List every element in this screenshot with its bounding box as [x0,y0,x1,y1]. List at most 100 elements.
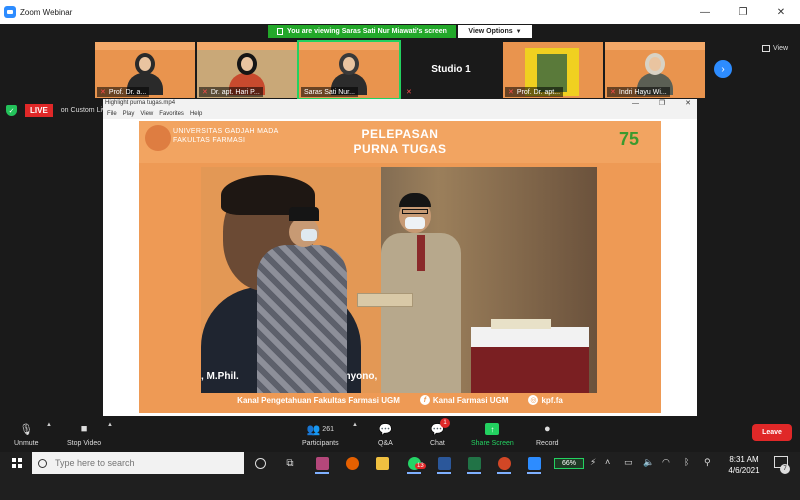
instagram-icon: ◎ [528,395,539,405]
windows-taskbar: ⧉ 13 66% ⚡ ˄ ▭ 🔈 ◠ ᛒ ⚲ 8:31 AM 4/6/2021 … [0,452,800,500]
chevron-down-icon: ▼ [515,28,522,35]
participant-tile-active-speaker[interactable]: Saras Sati Nur... [297,40,401,100]
stop-video-button[interactable]: ■ Stop Video [67,420,101,447]
player-window-controls: — ❐ ✕ [614,99,691,107]
battery-indicator[interactable]: 66% [554,458,584,469]
participants-icon: 👥 261 [306,423,334,436]
menu-view[interactable]: View [140,111,153,117]
anniversary-logo: 75 [619,129,640,149]
table [471,319,589,393]
clock-time: 8:31 AM [729,455,759,464]
participant-name: ✕ Indri Hayu Wi... [607,87,670,97]
tile-banner [95,42,195,50]
player-title-bar: Highlight purna tugas.mp4 — ❐ ✕ [103,99,697,109]
view-options-button[interactable]: View Options ▼ [458,25,532,38]
word-icon [437,456,451,470]
channel-name: Kanal Pengetahuan Fakultas Farmasi UGM [237,395,400,405]
share-screen-button[interactable]: ↑ Share Screen [471,420,514,447]
task-view-button[interactable]: ⧉ [280,454,300,472]
event-title: PELEPASAN PURNA TUGAS [353,127,447,156]
audio-options-chevron-icon[interactable]: ▲ [46,422,52,428]
title-bar: Zoom Webinar — ❐ ✕ [0,0,800,24]
firefox-icon [345,456,359,470]
participant-name: Studio 1 [431,64,471,75]
muted-mic-icon: ✕ [100,89,106,96]
player-title: Highlight purna tugas.mp4 [105,100,176,106]
taskbar-app-zoom[interactable] [524,454,544,474]
start-button[interactable] [6,452,28,474]
taskbar-app-pdf[interactable] [312,454,332,474]
tile-banner [299,42,399,50]
menu-file[interactable]: File [107,111,117,117]
menu-play[interactable]: Play [123,111,135,117]
menu-help[interactable]: Help [190,111,202,117]
qa-button[interactable]: 💬 Q&A [378,420,393,448]
excel-icon [467,456,481,470]
participant-tile[interactable]: ✕ Dr. apt. Hari P... [197,42,297,98]
taskbar-app-powerpoint[interactable] [494,454,514,474]
facebook-link: f Kanal Farmasi UGM [419,395,508,405]
minimize-icon[interactable]: — [686,0,724,24]
participant-tile[interactable]: ✕ Prof. Dr. apt... [503,42,603,98]
network-icon[interactable]: ⚲ [704,457,711,468]
keyboard-icon[interactable]: ▭ [624,457,633,468]
player-restore-icon[interactable]: ❐ [659,100,665,107]
pdf-app-icon [315,456,329,470]
close-icon[interactable]: ✕ [762,0,800,24]
view-options-label: View Options [468,28,513,35]
qa-icon: 💬 [378,423,393,436]
tile-banner [605,42,705,50]
taskbar-app-excel[interactable] [464,454,484,474]
taskbar-app-file-explorer[interactable] [372,454,392,472]
participant-video [227,51,267,95]
share-indicator-icon [277,28,284,35]
participants-count: 261 [322,425,334,433]
windows-logo-icon [12,458,22,468]
zoom-app-icon [4,6,16,18]
participants-options-chevron-icon[interactable]: ▲ [352,422,358,428]
player-minimize-icon[interactable]: — [632,100,639,107]
player-menu-bar: File Play View Favorites Help [103,109,697,119]
volume-icon[interactable]: 🔈 [643,457,654,468]
shield-icon[interactable]: ✓ [6,105,17,116]
gift-box [357,293,413,307]
participant-video [635,51,675,95]
participant-tile[interactable]: Studio 1 ✕ [401,42,501,98]
chat-button[interactable]: 💬 1 Chat [430,418,450,447]
muted-mic-icon: ✕ [406,89,412,96]
ugm-logo [145,125,171,151]
restore-icon[interactable]: ❐ [724,0,762,24]
cortana-icon [254,457,266,469]
window-title: Zoom Webinar [20,7,73,17]
muted-mic-icon: ✕ [202,89,208,96]
menu-favorites[interactable]: Favorites [159,111,184,117]
participants-button[interactable]: 👥 261 Participants [302,420,339,448]
taskbar-app-word[interactable] [434,454,454,474]
taskbar-app-firefox[interactable] [342,454,362,472]
viewing-text: You are viewing Saras Sati Nur Miawati's… [287,28,447,35]
show-hidden-icons-chevron-icon[interactable]: ˄ [605,457,610,467]
instagram-link: ◎ kpf.fa [528,395,563,405]
unmute-button[interactable]: 🎙 Unmute [14,420,39,448]
participant-tile[interactable]: ✕ Prof. Dr. a... [95,42,195,98]
search-input[interactable] [55,458,235,468]
taskbar-app-whatsapp[interactable]: 13 [404,454,426,474]
view-button[interactable]: View [762,45,788,52]
share-screen-icon: ↑ [485,423,500,435]
next-page-arrow-icon[interactable]: › [714,60,732,78]
video-options-chevron-icon[interactable]: ▲ [107,422,113,428]
taskbar-search[interactable] [32,452,244,474]
cortana-button[interactable] [250,454,270,472]
zoom-screen: Zoom Webinar — ❐ ✕ You are viewing Saras… [0,0,800,500]
record-button[interactable]: ● Record [536,420,559,447]
folder-icon [375,456,389,470]
wifi-icon[interactable]: ◠ [662,457,670,468]
bluetooth-icon[interactable]: ᛒ [684,457,689,467]
institution-name: UNIVERSITAS GADJAH MADA FAKULTAS FARMASI [173,128,279,144]
window-controls: — ❐ ✕ [686,0,800,24]
taskbar-clock[interactable]: 8:31 AM 4/6/2021 [722,454,766,476]
player-close-icon[interactable]: ✕ [685,100,691,107]
live-badge[interactable]: LIVE [25,104,53,117]
leave-button[interactable]: Leave [752,424,792,441]
participant-tile[interactable]: ✕ Indri Hayu Wi... [605,42,705,98]
